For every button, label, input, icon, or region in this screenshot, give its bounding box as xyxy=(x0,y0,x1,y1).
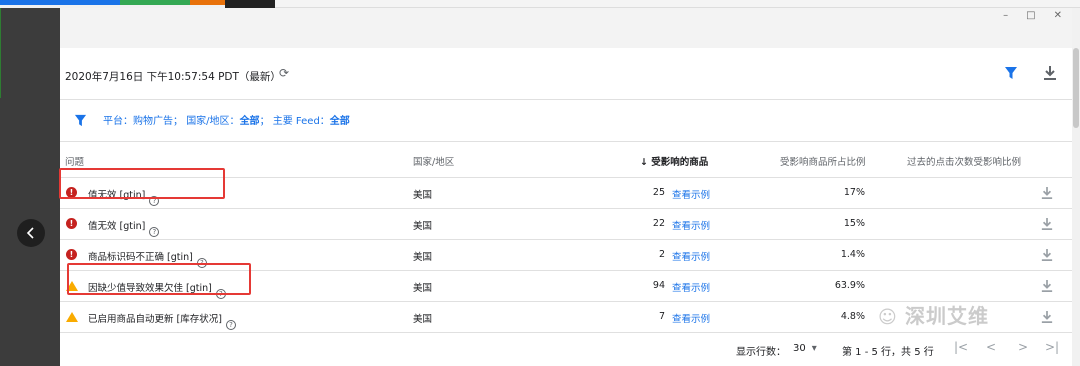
arrow-down-icon: ↓ xyxy=(640,157,652,168)
ratio-cell: 4.8% xyxy=(840,311,865,322)
browser-top-strip xyxy=(0,0,1080,8)
window-scrollbar[interactable] xyxy=(1072,8,1080,366)
country-cell: 美国 xyxy=(413,190,433,201)
last-page-icon[interactable]: >| xyxy=(1045,340,1059,354)
pagination-range: 第 1 - 5 行，共 5 行 xyxy=(842,347,934,358)
filter-platform-label: 平台： xyxy=(103,116,133,127)
filter-icon[interactable] xyxy=(1004,66,1018,80)
col-issue[interactable]: 问题 xyxy=(65,154,84,168)
watermark: ☺ 深圳艾维 xyxy=(878,300,989,329)
filter-feed-value: 全部 xyxy=(329,116,350,127)
filter-feed-label: 主要 Feed： xyxy=(272,116,330,127)
download-icon[interactable] xyxy=(1041,279,1053,293)
view-examples-link[interactable]: 查看示例 xyxy=(672,218,710,232)
issue-cell: 商品标识码不正确 [gtin]? xyxy=(88,249,207,268)
table-footer: 显示行数： 30 ▾ 第 1 - 5 行，共 5 行 |< < > >| xyxy=(60,333,1072,366)
ratio-cell: 63.9% xyxy=(834,280,865,291)
dropdown-icon: ▾ xyxy=(811,343,817,354)
highlight-box xyxy=(59,168,225,199)
close-icon[interactable]: ✕ xyxy=(1054,10,1062,28)
ratio-cell: 17% xyxy=(843,187,865,198)
window-controls: – □ ✕ xyxy=(1003,10,1062,28)
col-click-ratio[interactable]: 过去的点击次数受影响比例 xyxy=(907,154,1021,168)
issue-text: 商品标识码不正确 [gtin] xyxy=(88,252,193,263)
count-cell: 7 xyxy=(658,311,665,322)
error-icon: ! xyxy=(66,218,77,229)
tab-strip-segment xyxy=(0,0,120,5)
first-page-icon[interactable]: |< xyxy=(954,340,968,354)
tab-strip-segment xyxy=(225,0,275,8)
col-affected-products-label: 受影响的商品 xyxy=(651,157,709,168)
issue-text: 值无效 [gtin] xyxy=(88,221,146,232)
view-examples-link[interactable]: 查看示例 xyxy=(672,280,710,294)
count-cell: 25 xyxy=(652,187,665,198)
scrollbar-thumb[interactable] xyxy=(1073,48,1079,128)
filter-bar: 平台：购物广告； 国家/地区：全部； 主要 Feed：全部 xyxy=(60,100,1072,142)
download-icon[interactable] xyxy=(1041,310,1053,324)
warning-icon xyxy=(66,312,78,322)
download-icon[interactable] xyxy=(1041,217,1053,231)
tab-strip-segment xyxy=(190,0,225,5)
report-timestamp: 2020年7月16日 下午10:57:54 PDT（最新） xyxy=(65,71,281,83)
wechat-icon: ☺ xyxy=(878,307,906,328)
col-affected-ratio[interactable]: 受影响商品所占比例 xyxy=(780,154,866,168)
view-examples-link[interactable]: 查看示例 xyxy=(672,249,710,263)
col-country[interactable]: 国家/地区 xyxy=(413,154,454,168)
issue-text: 已启用商品自动更新 [库存状况] xyxy=(88,314,222,325)
filter-icon[interactable] xyxy=(74,114,87,127)
issue-cell: 已启用商品自动更新 [库存状况]? xyxy=(88,311,236,330)
country-cell: 美国 xyxy=(413,221,433,232)
error-icon: ! xyxy=(66,249,77,260)
filter-chips[interactable]: 平台：购物广告； 国家/地区：全部； 主要 Feed：全部 xyxy=(103,112,350,127)
country-cell: 美国 xyxy=(413,314,433,325)
count-cell: 22 xyxy=(652,218,665,229)
country-cell: 美国 xyxy=(413,283,433,294)
view-examples-link[interactable]: 查看示例 xyxy=(672,187,710,201)
count-cell: 94 xyxy=(652,280,665,291)
maximize-icon[interactable]: □ xyxy=(1026,10,1035,28)
download-icon[interactable] xyxy=(1041,248,1053,262)
table-row[interactable]: ! 值无效 [gtin]? 美国 22 查看示例 15% xyxy=(60,209,1072,240)
help-icon[interactable]: ? xyxy=(225,320,236,330)
highlight-box xyxy=(67,263,251,295)
col-affected-products[interactable]: ↓ 受影响的商品 xyxy=(640,154,708,168)
prev-page-icon[interactable]: < xyxy=(986,340,996,354)
rows-per-page-label: 显示行数： xyxy=(736,347,786,358)
filter-country-value: 全部 xyxy=(239,116,260,127)
refresh-icon[interactable]: ⟳ xyxy=(279,66,289,80)
filter-country-label: 国家/地区： xyxy=(186,116,240,127)
next-page-icon[interactable]: > xyxy=(1018,340,1028,354)
panel-accent-line xyxy=(0,8,1,98)
filter-platform-value: 购物广告 xyxy=(133,116,173,127)
help-icon[interactable]: ? xyxy=(149,227,160,237)
view-examples-link[interactable]: 查看示例 xyxy=(672,311,710,325)
count-cell: 2 xyxy=(658,249,665,260)
ratio-cell: 1.4% xyxy=(840,249,865,260)
download-icon[interactable] xyxy=(1043,65,1057,81)
rows-per-page-select[interactable]: 30 ▾ xyxy=(793,343,817,354)
report-header: 2020年7月16日 下午10:57:54 PDT（最新） ⟳ xyxy=(60,48,1072,100)
tab-strip-segment xyxy=(275,0,1080,8)
watermark-text: 深圳艾维 xyxy=(905,304,990,328)
back-button[interactable] xyxy=(17,219,45,247)
ratio-cell: 15% xyxy=(843,218,865,229)
download-icon[interactable] xyxy=(1041,186,1053,200)
rows-per-page-value: 30 xyxy=(793,343,806,354)
window-titlebar: – □ ✕ xyxy=(60,8,1072,48)
chevron-left-icon xyxy=(26,227,34,239)
issue-cell: 值无效 [gtin]? xyxy=(88,218,160,237)
country-cell: 美国 xyxy=(413,252,433,263)
left-dark-panel xyxy=(0,8,60,366)
minimize-icon[interactable]: – xyxy=(1003,10,1008,28)
tab-strip-segment xyxy=(120,0,190,5)
